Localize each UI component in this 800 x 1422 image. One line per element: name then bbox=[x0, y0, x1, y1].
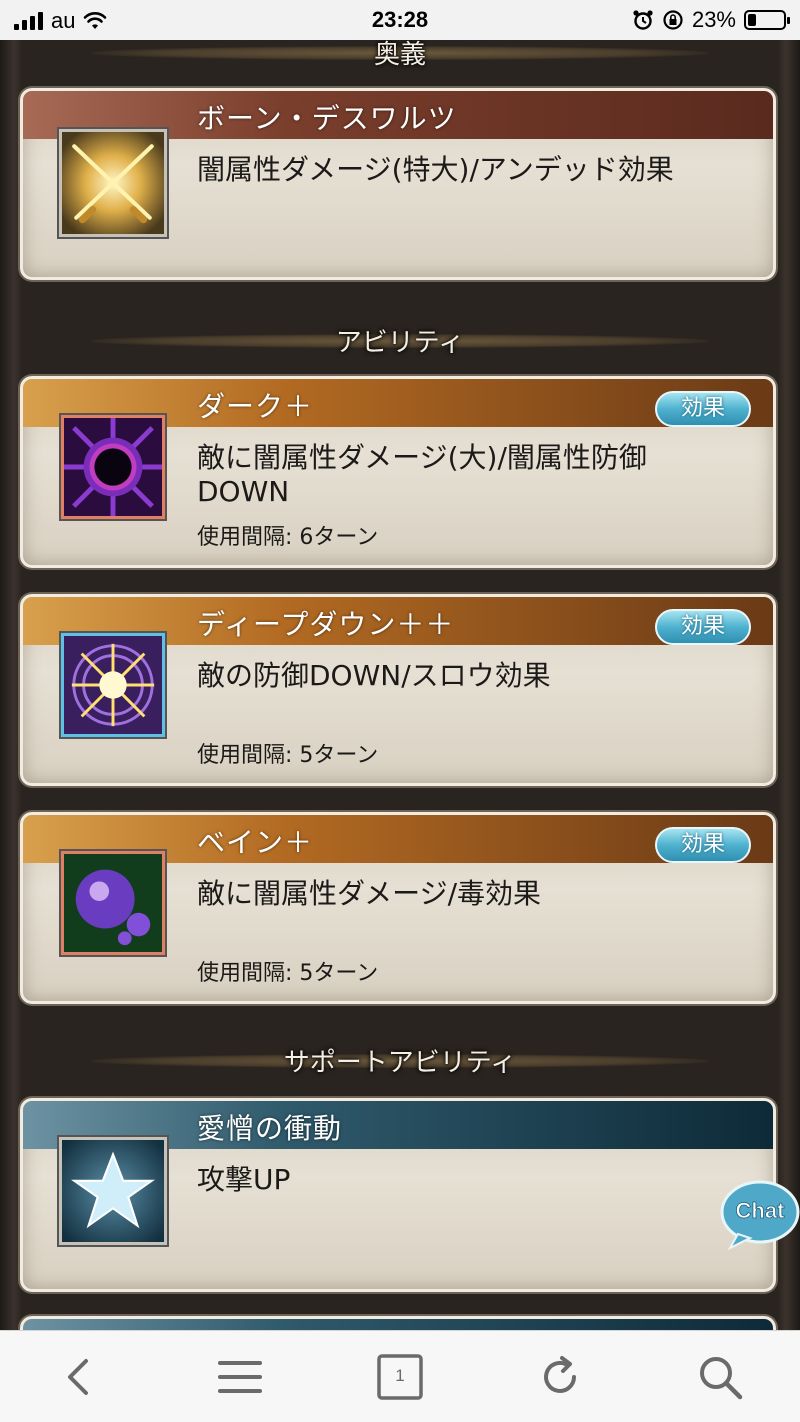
ability-interval: 使用間隔: 5ターン bbox=[197, 743, 379, 768]
ougi-title: ボーン・デスワルツ bbox=[197, 102, 457, 135]
effect-button[interactable]: 効果 bbox=[655, 391, 751, 427]
tab-count: 1 bbox=[395, 1366, 405, 1385]
ability-description: 敵に闇属性ダメージ/毒効果 bbox=[197, 877, 542, 910]
battery-icon bbox=[744, 10, 790, 30]
reload-icon bbox=[544, 1356, 576, 1393]
ability-card[interactable]: ディープダウン＋＋ 効果 敵の防御DOWN/スロウ効果 使用間隔: 5ターン bbox=[20, 594, 776, 786]
burst-icon bbox=[61, 633, 165, 737]
effect-button[interactable]: 効果 bbox=[655, 827, 751, 863]
ougi-description: 闇属性ダメージ(特大)/アンデッド効果 bbox=[197, 153, 674, 186]
skill-list[interactable]: 奥義 ボーン・デスワルツ 闇属性ダメージ(特大)/アンデッド効果 アビリティ ダ… bbox=[0, 40, 800, 1330]
ability-interval: 使用間隔: 5ターン bbox=[197, 961, 379, 986]
back-button[interactable] bbox=[56, 1353, 104, 1401]
search-button[interactable] bbox=[696, 1353, 744, 1401]
ability-card[interactable]: ダーク＋ 効果 敵に闇属性ダメージ(大)/闇属性防御DOWN 使用間隔: 6ター… bbox=[20, 376, 776, 568]
reload-button[interactable] bbox=[536, 1353, 584, 1401]
ability-title: ダーク＋ bbox=[197, 390, 314, 423]
next-card-partial[interactable] bbox=[20, 1316, 776, 1330]
status-bar: au 23:28 23% bbox=[0, 0, 800, 40]
battery-fill bbox=[748, 14, 756, 26]
ability-card[interactable]: ベイン＋ 効果 敵に闇属性ダメージ/毒効果 使用間隔: 5ターン bbox=[20, 812, 776, 1004]
ability-description: 敵に闇属性ダメージ(大)/闇属性防御DOWN bbox=[197, 441, 647, 508]
chat-label: Chat bbox=[736, 1198, 786, 1223]
poison-bubble-icon bbox=[61, 851, 165, 955]
chat-button[interactable]: Chat bbox=[716, 1176, 800, 1252]
ability-title: ベイン＋ bbox=[197, 826, 314, 859]
status-right: 23% bbox=[632, 7, 790, 33]
battery-percent: 23% bbox=[691, 7, 736, 32]
section-title-support: サポートアビリティ bbox=[283, 1047, 517, 1078]
star-icon bbox=[59, 1137, 167, 1245]
section-header-ougi: 奥義 bbox=[90, 40, 710, 72]
crossed-swords-icon bbox=[59, 129, 167, 237]
browser-toolbar: 1 bbox=[0, 1330, 800, 1422]
dark-orb-icon bbox=[61, 415, 165, 519]
alarm-icon bbox=[633, 10, 653, 30]
ougi-card[interactable]: ボーン・デスワルツ 闇属性ダメージ(特大)/アンデッド効果 bbox=[20, 88, 776, 280]
menu-icon bbox=[218, 1361, 262, 1393]
card-band bbox=[23, 1319, 773, 1330]
section-title-ability: アビリティ bbox=[335, 327, 465, 358]
effect-button[interactable]: 効果 bbox=[655, 609, 751, 645]
section-title-ougi: 奥義 bbox=[373, 40, 426, 70]
search-icon bbox=[700, 1357, 743, 1400]
section-header-support: サポートアビリティ bbox=[90, 1040, 710, 1080]
ability-title: ディープダウン＋＋ bbox=[197, 608, 455, 641]
ability-description: 敵の防御DOWN/スロウ効果 bbox=[197, 659, 551, 692]
menu-button[interactable] bbox=[216, 1353, 264, 1401]
support-description: 攻撃UP bbox=[197, 1163, 291, 1196]
ability-interval: 使用間隔: 6ターン bbox=[197, 525, 379, 550]
section-header-ability: アビリティ bbox=[90, 320, 710, 360]
support-card[interactable]: 愛憎の衝動 攻撃UP bbox=[20, 1098, 776, 1292]
back-icon bbox=[68, 1359, 88, 1395]
support-title: 愛憎の衝動 bbox=[197, 1112, 343, 1145]
rotation-lock-icon bbox=[663, 10, 683, 30]
tabs-button[interactable]: 1 bbox=[376, 1353, 424, 1401]
